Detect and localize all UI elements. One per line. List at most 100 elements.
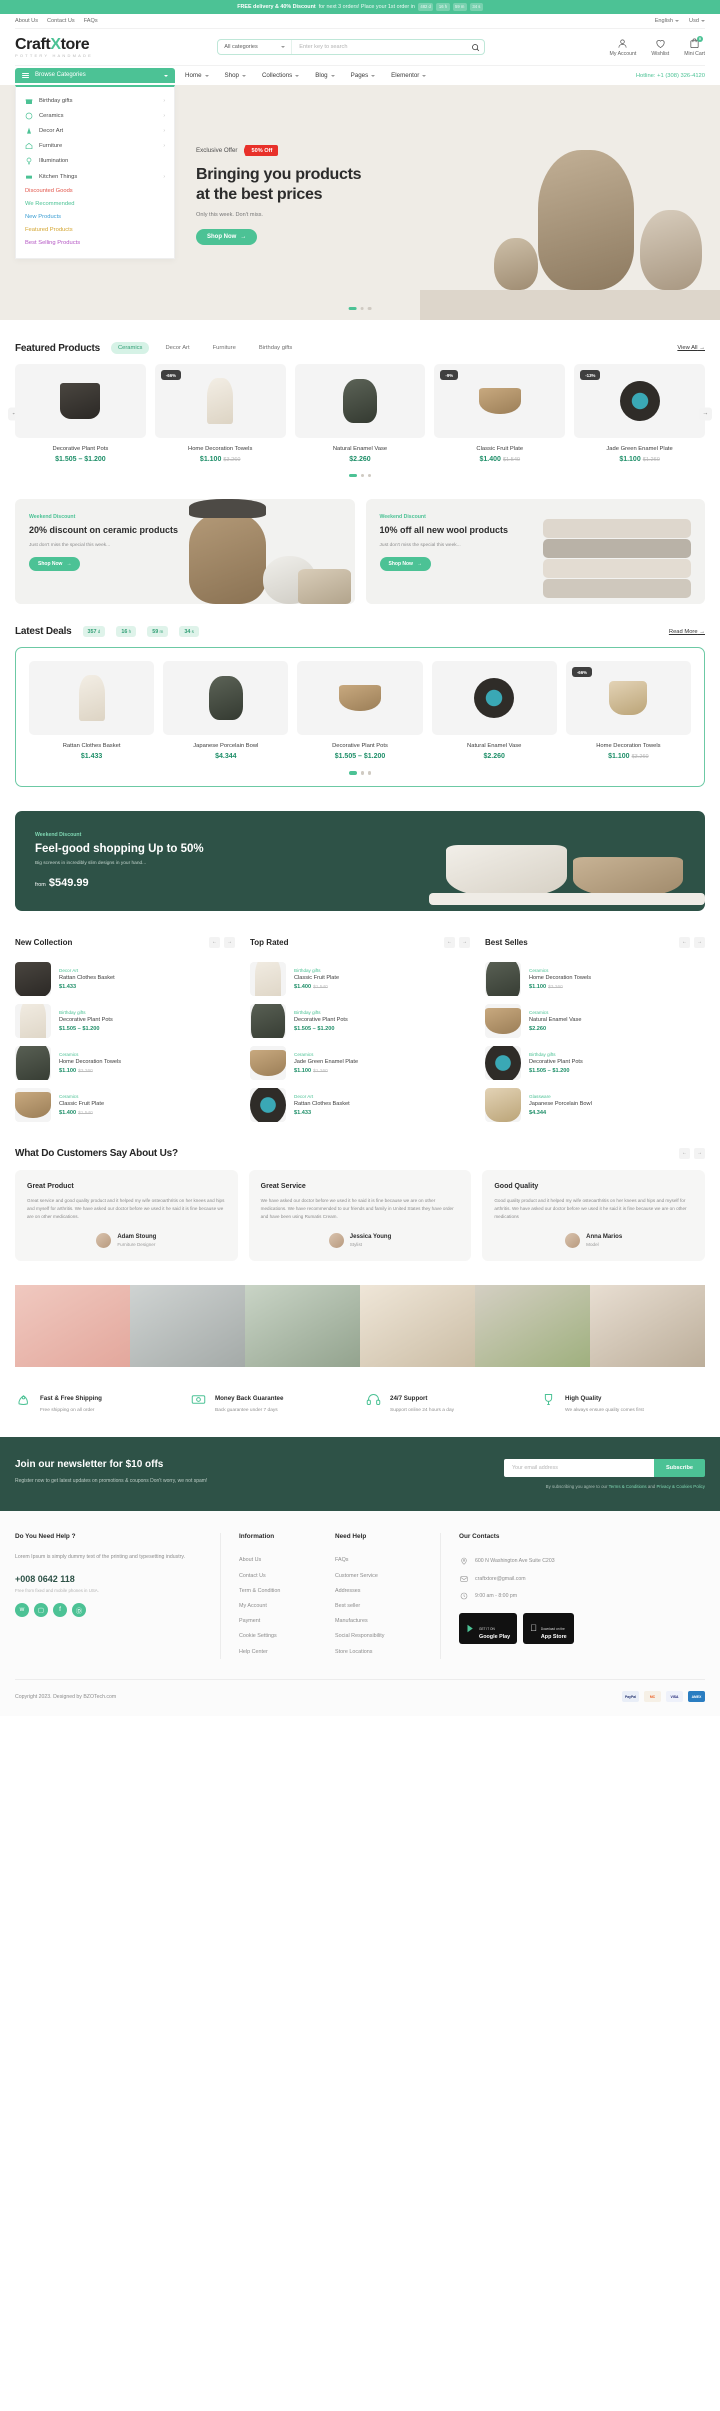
featured-dot-3[interactable]: [368, 474, 372, 478]
category-promo-recommended[interactable]: We Recommended: [16, 197, 174, 210]
footer-need-help-link[interactable]: Manufactures: [335, 1614, 440, 1629]
footer-need-help-link[interactable]: Customer Service: [335, 1568, 440, 1583]
list-item[interactable]: Birthday gifts Classic Fruit Plate $1.400 $…: [250, 958, 470, 1000]
deals-dot-2[interactable]: [360, 771, 364, 775]
currency-selector[interactable]: Usd: [689, 18, 705, 24]
list-item[interactable]: Ceramics Classic Fruit Plate $1.400 $1.540: [15, 1084, 235, 1126]
product-thumbnail[interactable]: [297, 661, 423, 736]
terms-link[interactable]: Terms & Conditions: [609, 1484, 647, 1489]
column-prev-button[interactable]: ←: [209, 936, 220, 948]
footer-information-link[interactable]: Payment: [239, 1614, 325, 1629]
gallery-image-3[interactable]: [245, 1284, 360, 1367]
newsletter-subscribe-button[interactable]: Subscribe: [653, 1458, 705, 1477]
footer-email[interactable]: craftxtore@gmail.com: [459, 1570, 705, 1587]
featured-dot-2[interactable]: [360, 474, 364, 478]
footer-information-link[interactable]: Cookie Settings: [239, 1629, 325, 1644]
footer-information-link[interactable]: Contact Us: [239, 1568, 325, 1583]
list-item[interactable]: Decor Art Rattan Clothes Basket $1.433: [250, 1084, 470, 1126]
app-store-button[interactable]:  Download on theApp Store: [523, 1613, 574, 1645]
category-promo-discounted[interactable]: Discounted Goods: [16, 184, 174, 197]
featured-next-button[interactable]: →: [699, 407, 712, 420]
footer-information-link[interactable]: About Us: [239, 1553, 325, 1568]
product-card[interactable]: Rattan Clothes Basket $1.433: [29, 661, 155, 760]
promo-banner-wool[interactable]: Weekend Discount 10% off all new wool pr…: [365, 499, 705, 605]
gallery-image-5[interactable]: [475, 1284, 590, 1367]
list-item[interactable]: Ceramics Natural Enamel Vase $2.260: [485, 1000, 705, 1042]
footer-need-help-link[interactable]: Best seller: [335, 1598, 440, 1613]
privacy-link[interactable]: Privacy & Cookies Policy: [656, 1484, 705, 1489]
footer-need-help-link[interactable]: Social Responsibility: [335, 1629, 440, 1644]
my-account-button[interactable]: My Account: [610, 38, 636, 57]
gallery-image-4[interactable]: [360, 1284, 475, 1367]
list-item[interactable]: Glassware Japanese Porcelain Bowl $4.344: [485, 1084, 705, 1126]
testimonials-next-button[interactable]: →: [694, 1147, 705, 1159]
category-item-decor-art[interactable]: Decor Art ›: [16, 123, 174, 138]
featured-slider-dots[interactable]: [15, 474, 705, 478]
hero-dot-2[interactable]: [360, 306, 364, 310]
hero-slider-dots[interactable]: [348, 306, 372, 310]
list-item[interactable]: Ceramics Home Decoration Towels $1.100 $3.2…: [485, 958, 705, 1000]
category-item-ceramics[interactable]: Ceramics ›: [16, 108, 174, 123]
product-card[interactable]: Japanese Porcelain Bowl $4.344: [163, 661, 289, 760]
product-card[interactable]: Decorative Plant Pots $1.505 – $1.200: [15, 364, 146, 463]
product-thumbnail[interactable]: -13%: [574, 364, 705, 438]
nav-item-collections[interactable]: Collections: [262, 72, 300, 79]
browse-categories-button[interactable]: Browse Categories: [15, 68, 175, 83]
hero-shop-now-button[interactable]: Shop Now →: [196, 229, 258, 246]
deals-slider-dots[interactable]: [29, 771, 691, 775]
category-item-furniture[interactable]: Furniture ›: [16, 139, 174, 154]
search-bar[interactable]: All categories Enter key to search: [217, 39, 486, 55]
product-card[interactable]: Natural Enamel Vase $2.260: [294, 364, 426, 463]
product-card[interactable]: -66% Home Decoration Towels $1.100 $3.260: [565, 661, 692, 760]
column-prev-button[interactable]: ←: [444, 936, 455, 948]
utility-link-about[interactable]: About Us: [15, 18, 38, 24]
mini-cart-button[interactable]: 0 Mini Cart: [684, 35, 705, 57]
newsletter-email-input[interactable]: Your email address: [503, 1458, 654, 1477]
testimonials-prev-button[interactable]: ←: [679, 1147, 690, 1159]
footer-phone[interactable]: +008 0642 118: [15, 1574, 202, 1584]
tab-furniture[interactable]: Furniture: [206, 342, 243, 354]
category-promo-bestselling[interactable]: Best Selling Products: [16, 237, 174, 250]
list-item[interactable]: Birthday gifts Decorative Plant Pots $1.50…: [250, 1000, 470, 1042]
category-item-kitchen-things[interactable]: Kitchen Things ›: [16, 169, 174, 184]
nav-item-shop[interactable]: Shop: [225, 72, 246, 79]
column-next-button[interactable]: →: [224, 936, 235, 948]
footer-need-help-link[interactable]: Store Locations: [335, 1644, 440, 1659]
utility-link-contact[interactable]: Contact Us: [47, 18, 75, 24]
pinterest-icon[interactable]: Ⓓ: [72, 1602, 86, 1617]
product-thumbnail[interactable]: [163, 661, 289, 736]
search-input[interactable]: Enter key to search: [292, 44, 466, 50]
gallery-image-2[interactable]: [130, 1284, 245, 1367]
footer-need-help-link[interactable]: Addresses: [335, 1583, 440, 1598]
featured-view-all-link[interactable]: View All →: [677, 345, 705, 351]
product-thumbnail[interactable]: -66%: [565, 661, 692, 736]
list-item[interactable]: Birthday gifts Decorative Plant Pots $1.50…: [15, 1000, 235, 1042]
category-promo-featured[interactable]: Featured Products: [16, 224, 174, 237]
promo-shop-now-button[interactable]: Shop Now →: [29, 556, 81, 571]
product-thumbnail[interactable]: [29, 661, 155, 736]
hero-dot-3[interactable]: [368, 306, 372, 310]
list-item[interactable]: Ceramics Home Decoration Towels $1.100 $3.2…: [15, 1042, 235, 1084]
wishlist-button[interactable]: Wishlist: [651, 38, 669, 57]
tab-decor-art[interactable]: Decor Art: [158, 342, 196, 354]
featured-dot-1[interactable]: [348, 474, 357, 478]
product-card[interactable]: Natural Enamel Vase $2.260: [431, 661, 557, 760]
category-item-birthday-gifts[interactable]: Birthday gifts ›: [16, 93, 174, 108]
footer-need-help-link[interactable]: FAQs: [335, 1553, 440, 1568]
language-selector[interactable]: English: [655, 18, 680, 24]
list-item[interactable]: Ceramics Jade Green Enamel Plate $1.100 $1.…: [250, 1042, 470, 1084]
product-thumbnail[interactable]: -66%: [154, 364, 286, 438]
product-card[interactable]: Decorative Plant Pots $1.505 – $1.200: [297, 661, 423, 760]
column-next-button[interactable]: →: [694, 936, 705, 948]
product-thumbnail[interactable]: [431, 661, 557, 736]
utility-link-faqs[interactable]: FAQs: [84, 18, 98, 24]
product-card[interactable]: -66% Home Decoration Towels $1.100 $3.260: [154, 364, 286, 463]
nav-item-elementor[interactable]: Elementor: [391, 72, 427, 79]
deals-read-more-link[interactable]: Read More →: [669, 629, 705, 635]
google-play-button[interactable]: GET IT ON Google Play: [459, 1613, 518, 1645]
category-promo-new[interactable]: New Products: [16, 211, 174, 224]
tab-ceramics[interactable]: Ceramics: [110, 342, 150, 354]
deals-dot-3[interactable]: [368, 771, 372, 775]
product-card[interactable]: -13% Jade Green Enamel Plate $1.100 $1.260: [574, 364, 705, 463]
instagram-icon[interactable]: ▢: [34, 1602, 48, 1617]
